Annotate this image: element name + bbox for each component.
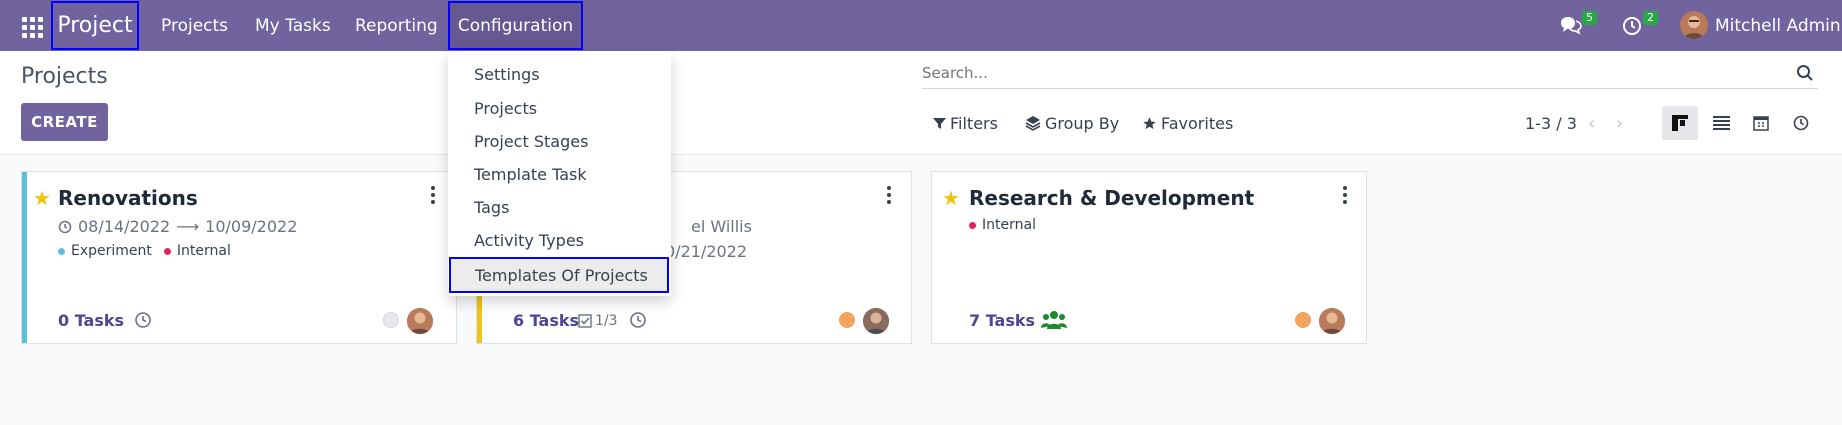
card-user-avatar[interactable]: [407, 308, 433, 334]
create-button[interactable]: CREATE: [21, 103, 108, 141]
project-card-research-development[interactable]: ★ Research & Development Internal 7 Task…: [931, 171, 1367, 344]
page-title: Projects: [21, 64, 108, 89]
filters-button[interactable]: Filters: [933, 111, 998, 135]
star-icon: [1143, 116, 1156, 129]
status-indicator[interactable]: [383, 312, 399, 328]
kanban-view-button[interactable]: [1662, 106, 1698, 140]
favorites-label: Favorites: [1161, 113, 1234, 133]
user-name[interactable]: Mitchell Admin: [1715, 0, 1841, 51]
list-icon: [1712, 115, 1730, 130]
card-tags: Internal: [969, 217, 1036, 233]
card-color-bar: [22, 172, 27, 343]
card-end-date: 10/09/2022: [205, 217, 298, 236]
card-user-avatar[interactable]: [1319, 308, 1345, 334]
search-bar: [922, 59, 1818, 89]
dropdown-item-tags[interactable]: Tags: [474, 198, 509, 217]
checkbox-icon: [578, 314, 592, 328]
activity-view-button[interactable]: [1783, 106, 1819, 140]
card-menu-icon[interactable]: [1342, 186, 1348, 204]
list-view-button[interactable]: [1703, 106, 1739, 140]
menu-my-tasks[interactable]: My Tasks: [255, 0, 331, 51]
favorites-button[interactable]: Favorites: [1142, 111, 1233, 135]
card-tags: Experiment Internal: [58, 243, 231, 259]
app-brand[interactable]: Project: [51, 1, 139, 50]
card-subtasks: 1/3: [578, 313, 618, 329]
arrow-right-icon: ⟶: [176, 217, 200, 236]
user-avatar[interactable]: [1680, 11, 1708, 39]
activity-clock-icon[interactable]: [629, 311, 647, 333]
calendar-icon: [1753, 116, 1769, 131]
menu-configuration[interactable]: Configuration: [448, 1, 583, 50]
filters-label: Filters: [950, 113, 998, 133]
pager-value[interactable]: 1-3 / 3: [1525, 114, 1577, 133]
configuration-dropdown: Settings Projects Project Stages Templat…: [448, 51, 671, 296]
card-dates: 08/14/2022 ⟶ 10/09/2022: [58, 217, 297, 236]
pager-next-icon[interactable]: ›: [1616, 113, 1623, 134]
status-indicator[interactable]: [839, 312, 855, 328]
menu-projects[interactable]: Projects: [161, 0, 228, 51]
tag: Internal: [969, 217, 1036, 233]
card-menu-icon[interactable]: [430, 186, 436, 204]
status-indicator[interactable]: [1295, 312, 1311, 328]
calendar-view-button[interactable]: [1743, 106, 1779, 140]
pager-previous-icon[interactable]: ‹: [1588, 113, 1595, 134]
search-icon[interactable]: [1796, 64, 1814, 86]
kanban-icon: [1672, 115, 1688, 131]
layers-icon: [1025, 116, 1041, 131]
messages-badge: 5: [1582, 11, 1597, 25]
activity-clock-icon[interactable]: [134, 311, 152, 333]
favorite-star-icon[interactable]: ★: [942, 186, 960, 210]
activity-clock-icon: [1793, 115, 1809, 131]
chat-icon[interactable]: [1560, 15, 1582, 39]
card-tasks-link[interactable]: 6 Tasks: [513, 311, 579, 330]
card-menu-icon[interactable]: [886, 186, 892, 204]
card-date: 0/21/2022: [665, 242, 748, 261]
filter-icon: [933, 117, 946, 129]
dropdown-item-projects[interactable]: Projects: [474, 99, 537, 118]
card-user-avatar[interactable]: [863, 308, 889, 334]
tag: Experiment: [58, 243, 152, 259]
card-tasks-link[interactable]: 7 Tasks: [969, 311, 1035, 330]
group-by-button[interactable]: Group By: [1025, 111, 1119, 135]
activities-badge: 2: [1643, 11, 1658, 25]
menu-reporting[interactable]: Reporting: [355, 0, 438, 51]
clock-icon[interactable]: [1622, 16, 1642, 40]
dropdown-item-project-stages[interactable]: Project Stages: [474, 132, 588, 151]
dropdown-item-templates-of-projects[interactable]: Templates Of Projects: [449, 257, 669, 293]
search-input[interactable]: [922, 59, 1772, 87]
top-navbar: Project Projects My Tasks Reporting Conf…: [0, 0, 1842, 51]
favorite-star-icon[interactable]: ★: [33, 186, 51, 210]
card-title: Renovations: [58, 186, 198, 210]
dropdown-item-template-task[interactable]: Template Task: [474, 165, 587, 184]
card-start-date: 08/14/2022: [78, 217, 171, 236]
clock-icon: [58, 220, 72, 233]
dropdown-item-activity-types[interactable]: Activity Types: [474, 231, 584, 250]
group-by-label: Group By: [1045, 113, 1120, 133]
card-partner: el Willis: [691, 217, 752, 236]
tag: Internal: [163, 243, 231, 259]
project-card-renovations[interactable]: ★ Renovations 08/14/2022 ⟶ 10/09/2022 Ex…: [21, 171, 457, 344]
card-tasks-link[interactable]: 0 Tasks: [58, 311, 124, 330]
dropdown-item-settings[interactable]: Settings: [474, 65, 540, 84]
control-panel: Projects CREATE Filters Group By Favorit…: [0, 51, 1842, 155]
card-title: Research & Development: [969, 186, 1255, 210]
users-group-icon[interactable]: [1041, 309, 1067, 335]
apps-menu-icon[interactable]: [22, 17, 43, 38]
